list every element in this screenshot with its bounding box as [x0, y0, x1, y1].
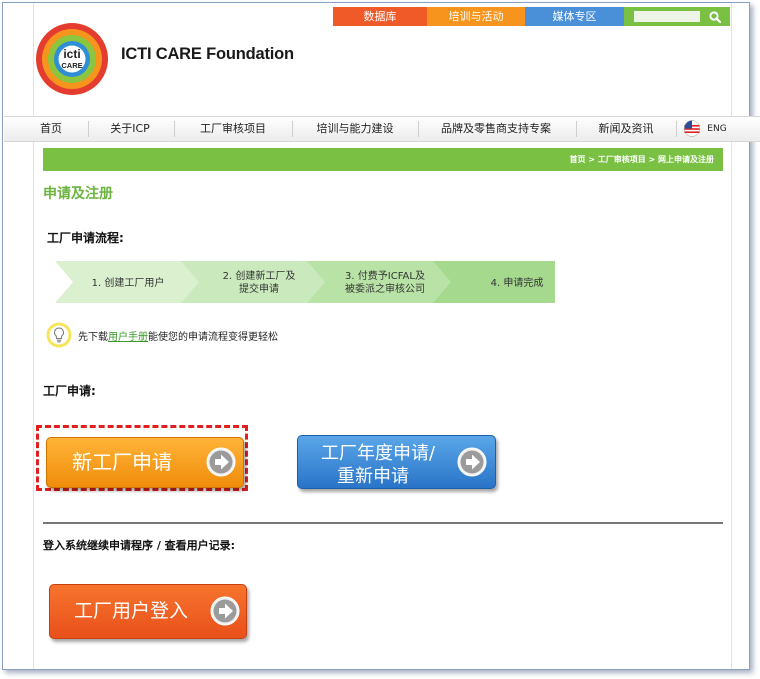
- nav-separator: [676, 121, 677, 137]
- nav-item-home[interactable]: 首页: [24, 117, 78, 141]
- user-manual-link[interactable]: 用户手册: [108, 332, 148, 343]
- nav-item-training[interactable]: 培训与能力建设: [294, 117, 416, 141]
- page: 数据库 培训与活动 媒体专区 icti CARE ICTI CARE Found…: [4, 3, 760, 669]
- arrow-right-icon: [457, 447, 487, 477]
- nav-separator: [88, 121, 89, 137]
- annual-reapplication-button[interactable]: 工厂年度申请/ 重新申请: [297, 435, 496, 489]
- process-steps: 1. 创建工厂用户 2. 创建新工厂及 提交申请 3. 付费予ICFAL及 被委…: [55, 261, 555, 303]
- new-factory-application-label: 新工厂申请: [72, 450, 172, 474]
- search-input[interactable]: [634, 11, 700, 22]
- logo-text-bottom: CARE: [61, 61, 82, 70]
- arrow-right-icon: [206, 447, 236, 477]
- nav-separator: [292, 121, 293, 137]
- brand-name: ICTI CARE Foundation: [121, 45, 294, 63]
- nav-item-factory-audit[interactable]: 工厂审核项目: [176, 117, 290, 141]
- process-step-2-label-2: 提交申请: [239, 282, 279, 295]
- tab-database[interactable]: 数据库: [333, 7, 427, 26]
- tip-text-after: 能使您的申请流程变得更轻松: [148, 331, 278, 343]
- new-factory-application-button[interactable]: 新工厂申请: [46, 437, 244, 488]
- language-switch[interactable]: ENG: [703, 117, 731, 141]
- annual-application-label-2: 重新申请: [337, 466, 409, 487]
- arrow-right-icon: [210, 596, 240, 626]
- breadcrumb[interactable]: 首页 > 工厂审核项目 > 网上申请及注册: [569, 148, 714, 171]
- process-step-3: [307, 261, 453, 303]
- tab-media[interactable]: 媒体专区: [525, 7, 624, 26]
- factory-apply-heading: 工厂申请:: [43, 384, 96, 398]
- window-frame: 数据库 培训与活动 媒体专区 icti CARE ICTI CARE Found…: [2, 2, 760, 670]
- factory-user-login-label: 工厂用户登入: [73, 600, 188, 622]
- icti-care-logo[interactable]: icti CARE: [34, 17, 114, 99]
- tip-text-before: 先下载: [78, 331, 108, 343]
- process-step-2-label: 2. 创建新工厂及: [223, 269, 296, 282]
- nav-separator: [418, 121, 419, 137]
- main-nav: 首页 关于ICP 工厂审核项目 培训与能力建设 品牌及零售商支持专案 新闻及资讯…: [4, 116, 760, 142]
- process-step-2: [181, 261, 327, 303]
- process-step-4-label: 4. 申请完成: [491, 276, 544, 289]
- login-heading: 登入系统继续申请程序 / 查看用户记录:: [43, 539, 236, 552]
- breadcrumb-bar: 首页 > 工厂审核项目 > 网上申请及注册: [43, 148, 723, 171]
- search-icon[interactable]: [708, 10, 722, 24]
- nav-separator: [174, 121, 175, 137]
- process-step-3-label-2: 被委派之审核公司: [345, 282, 425, 295]
- nav-separator: [576, 121, 577, 137]
- process-step-1-label: 1. 创建工厂用户: [92, 276, 165, 289]
- nav-item-brand-retail[interactable]: 品牌及零售商支持专案: [420, 117, 572, 141]
- tab-training-events[interactable]: 培训与活动: [427, 7, 525, 26]
- nav-item-about[interactable]: 关于ICP: [90, 117, 170, 141]
- top-utility-nav: 数据库 培训与活动 媒体专区: [333, 7, 624, 26]
- process-step-3-label: 3. 付费予ICFAL及: [345, 269, 425, 282]
- search-box: [624, 7, 730, 26]
- factory-user-login-button[interactable]: 工厂用户登入: [49, 584, 247, 639]
- nav-item-news[interactable]: 新闻及资讯: [578, 117, 674, 141]
- lightbulb-icon: [46, 322, 72, 348]
- logo-text-top: icti: [63, 47, 80, 61]
- user-manual-tip: 先下载用户手册能使您的申请流程变得更轻松: [46, 322, 278, 348]
- us-flag-icon[interactable]: [683, 120, 701, 137]
- section-divider: [43, 522, 723, 524]
- process-heading: 工厂申请流程:: [47, 231, 124, 245]
- page-title: 申请及注册: [43, 186, 113, 202]
- tip-text: 先下载用户手册能使您的申请流程变得更轻松: [78, 328, 278, 343]
